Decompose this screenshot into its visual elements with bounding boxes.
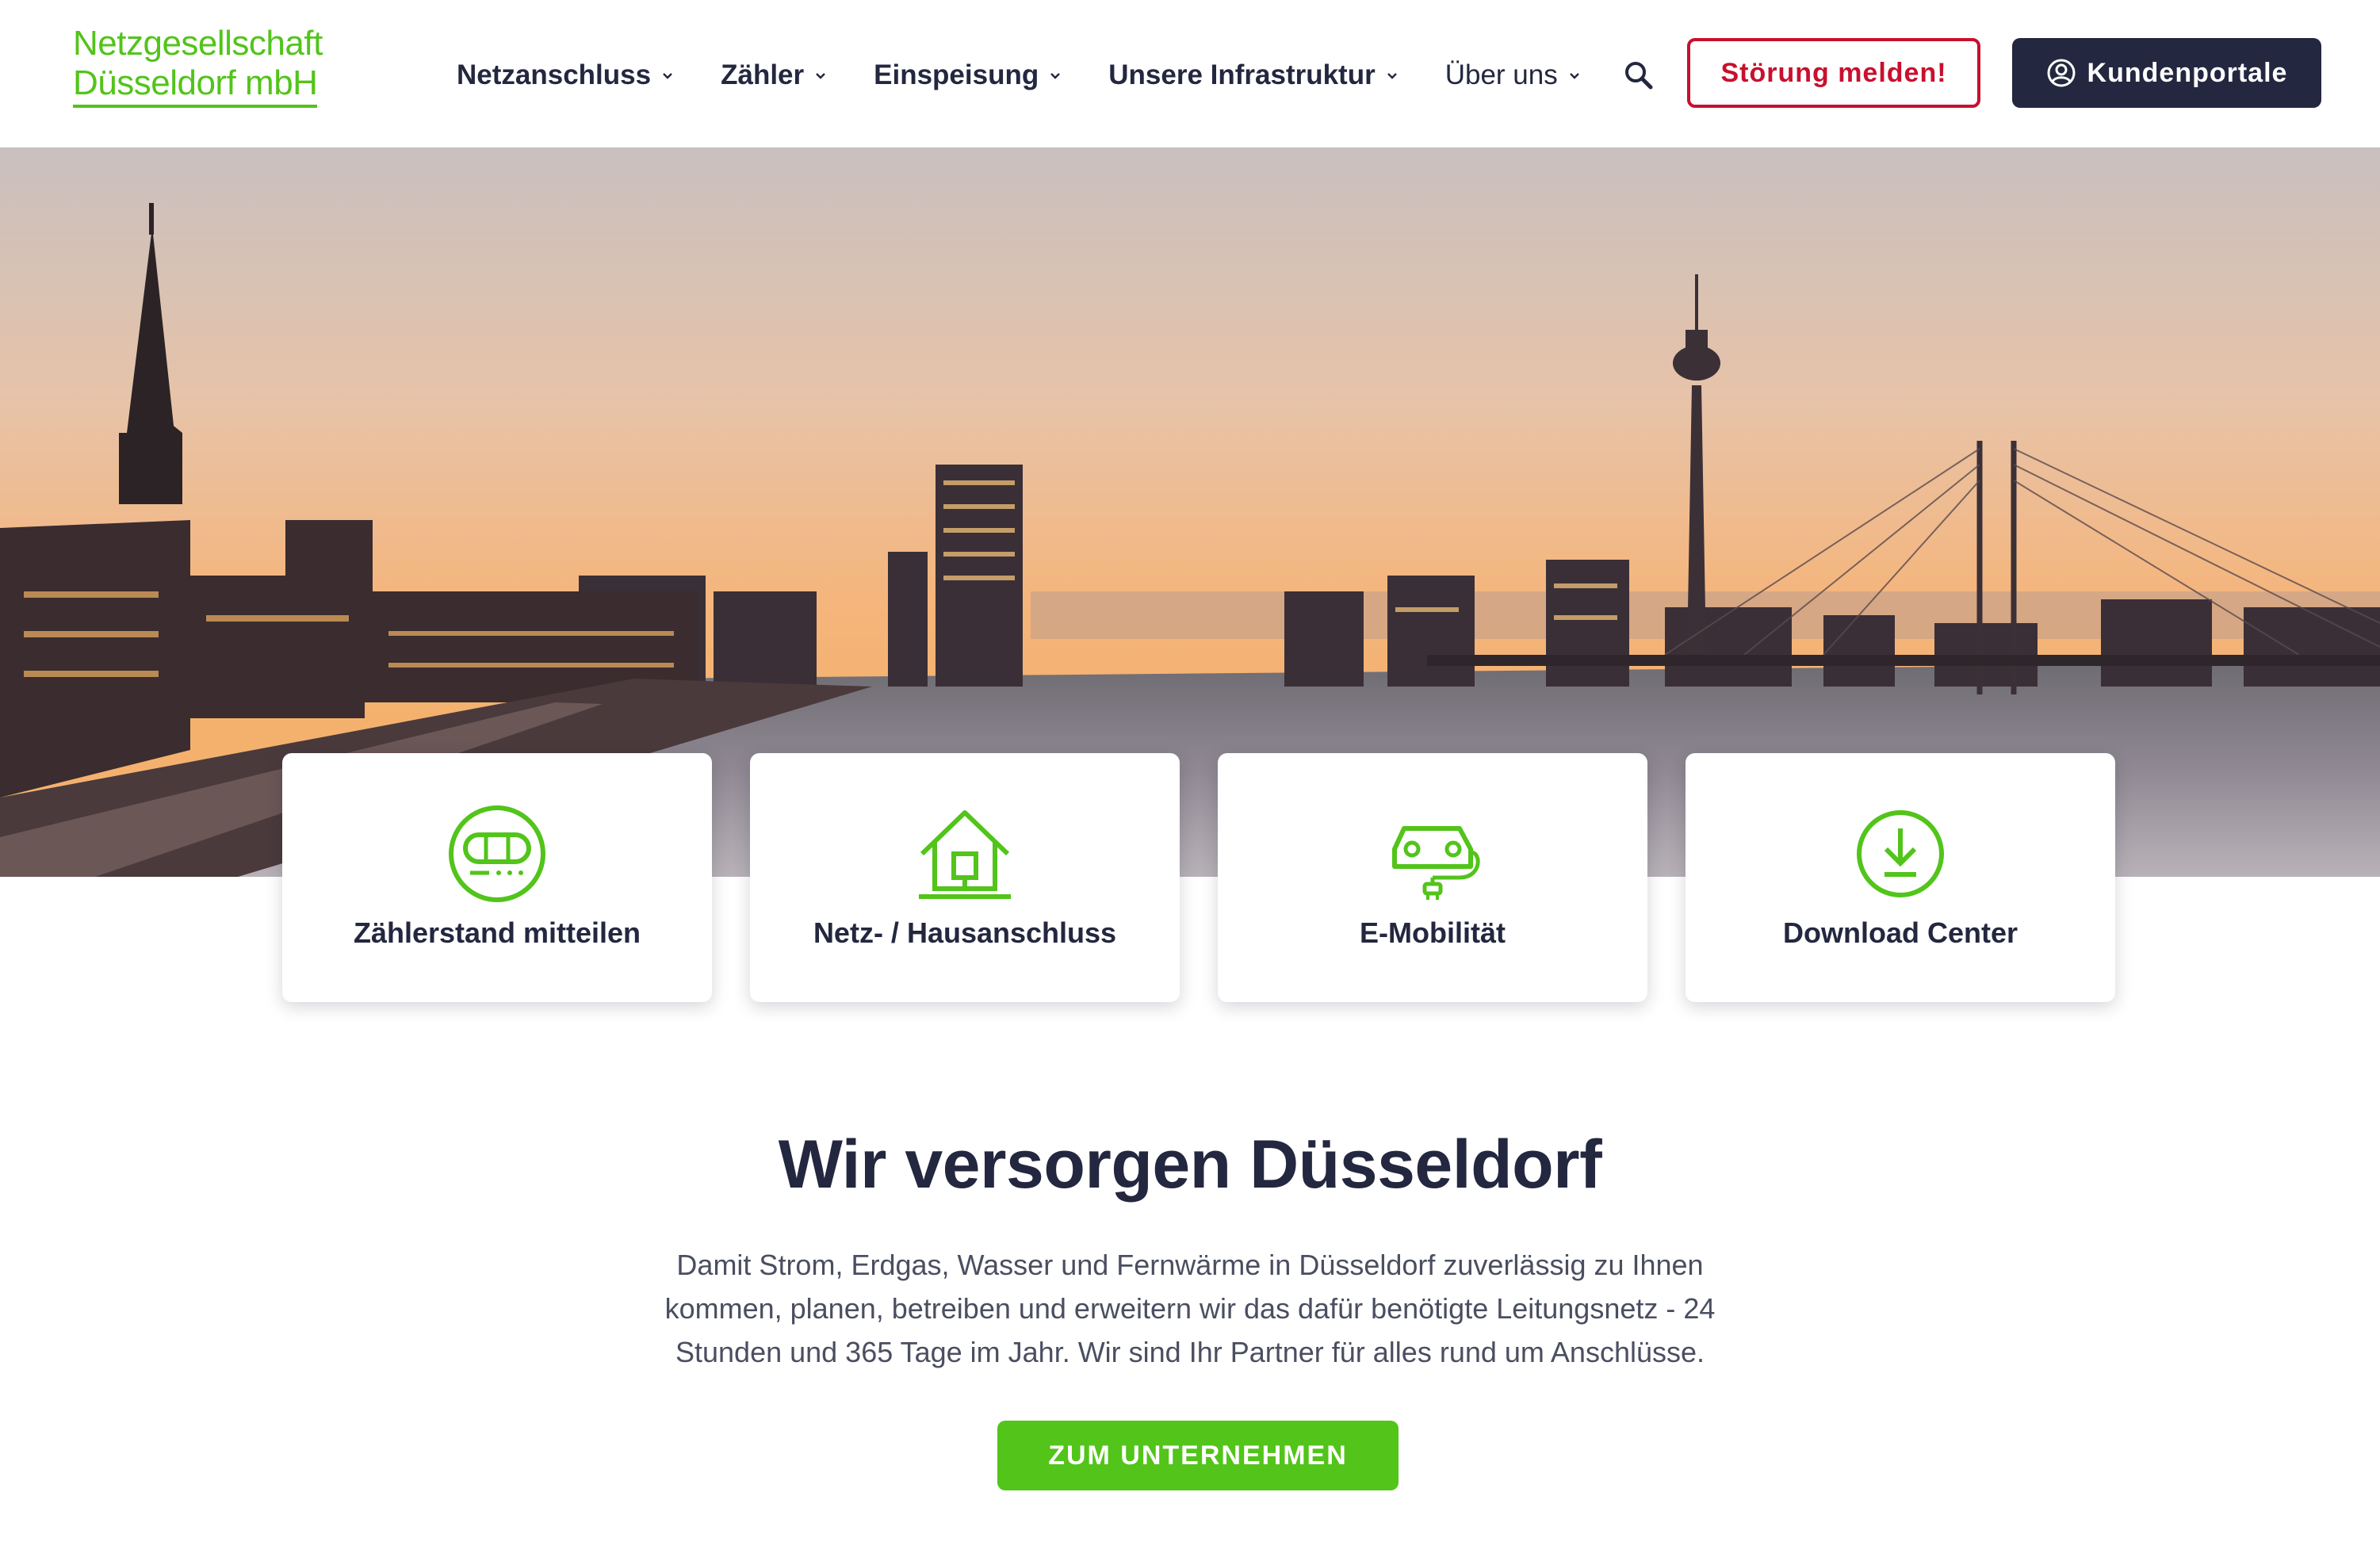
report-outage-button[interactable]: Störung melden! [1687, 38, 1980, 108]
nav-item-zaehler[interactable]: Zähler [721, 59, 826, 91]
house-icon [913, 802, 1016, 905]
user-circle-icon [2047, 59, 2076, 87]
nav-item-label: Zähler [721, 59, 805, 90]
search-button[interactable] [1621, 58, 1656, 93]
logo-line-1: Netzgesellschaft [73, 24, 323, 63]
company-logo[interactable]: Netzgesellschaft Düsseldorf mbH [73, 24, 323, 108]
card-label: E-Mobilität [1360, 916, 1506, 949]
chevron-down-icon [816, 73, 825, 79]
nav-item-netzanschluss[interactable]: Netzanschluss [457, 59, 673, 91]
card-label: Download Center [1782, 916, 2018, 949]
chevron-down-icon [1569, 73, 1579, 79]
about-company-button[interactable]: ZUM UNTERNEHMEN [997, 1421, 1399, 1490]
chevron-down-icon [1387, 73, 1397, 79]
site-header: Netzgesellschaft Düsseldorf mbH Netzansc… [0, 0, 2380, 147]
card-e-mobility[interactable]: E-Mobilität [1218, 753, 1647, 1002]
section-description: Damit Strom, Erdgas, Wasser und Fernwärm… [664, 1249, 1716, 1368]
customer-portals-label: Kundenportale [2087, 57, 2288, 88]
logo-line-2: Düsseldorf mbH [73, 63, 318, 108]
report-outage-label: Störung melden! [1720, 57, 1947, 88]
card-label: Zählerstand mitteilen [353, 916, 641, 949]
chevron-down-icon [663, 73, 672, 79]
nav-item-infrastruktur[interactable]: Unsere Infrastruktur [1108, 59, 1397, 91]
nav-item-label: Netzanschluss [457, 59, 652, 90]
nav-item-label: Einspeisung [874, 59, 1039, 90]
card-house-connection[interactable]: Netz- / Hausanschluss [750, 753, 1180, 1002]
e-car-icon [1381, 802, 1484, 905]
search-icon [1624, 62, 1653, 90]
chevron-down-icon [1050, 73, 1061, 79]
card-label: Netz- / Hausanschluss [813, 916, 1117, 949]
download-icon [1849, 802, 1952, 905]
section-title: Wir versorgen Düsseldorf [778, 1127, 1602, 1203]
main-navigation: Netzanschluss Zähler Einspeisung Unsere … [457, 52, 1656, 98]
nav-item-label: Unsere Infrastruktur [1108, 59, 1376, 90]
nav-item-label: Über uns [1444, 59, 1558, 90]
nav-item-einspeisung[interactable]: Einspeisung [874, 59, 1061, 91]
about-company-label: ZUM UNTERNEHMEN [1048, 1440, 1348, 1471]
nav-item-ueber-uns[interactable]: Über uns [1445, 59, 1580, 91]
meter-icon [446, 802, 549, 905]
card-meter-reading[interactable]: Zählerstand mitteilen [282, 753, 712, 1002]
quick-access-cards: Zählerstand mitteilen Netz- / Hausanschl… [282, 753, 2115, 1002]
customer-portals-button[interactable]: Kundenportale [2012, 38, 2321, 108]
card-download-center[interactable]: Download Center [1686, 753, 2115, 1002]
